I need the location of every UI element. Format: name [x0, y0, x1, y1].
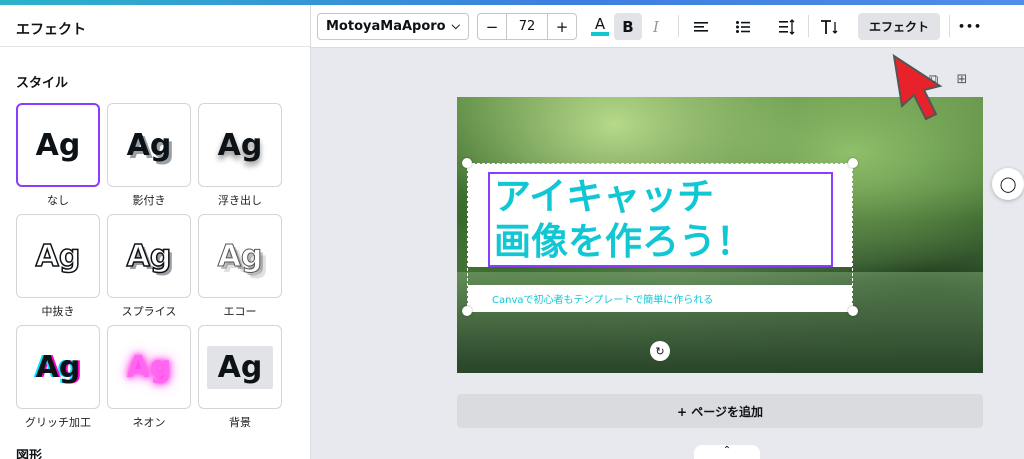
subtitle-text[interactable]: Canvaで初心者もテンプレートで簡単に作られる — [492, 291, 713, 306]
font-family-dropdown[interactable]: MotoyaMaAporo ⌵ — [317, 13, 469, 40]
rotate-handle-icon[interactable]: ↻ — [650, 341, 670, 361]
heading-text-frame[interactable]: アイキャッチ 画像を作ろう！ — [488, 172, 833, 267]
style-preview: Ag — [35, 238, 81, 275]
text-resize-icon — [821, 19, 838, 34]
style-preview: Ag — [126, 127, 172, 163]
add-page-button[interactable]: + ページを追加 — [457, 394, 983, 428]
text-color-button[interactable]: A — [586, 13, 614, 40]
style-none[interactable]: Ag なし — [16, 103, 100, 208]
resize-handle[interactable] — [462, 158, 472, 168]
style-lift[interactable]: Ag 浮き出し — [198, 103, 282, 208]
style-card[interactable]: Ag — [16, 103, 100, 187]
style-label: 中抜き — [41, 305, 75, 318]
resize-handle[interactable] — [462, 306, 472, 316]
style-preview: Ag — [217, 238, 263, 274]
styles-section-title: スタイル — [16, 76, 69, 91]
spacing-button[interactable] — [773, 13, 801, 40]
add-page-icon[interactable]: ⊞ — [956, 72, 967, 87]
style-shadow[interactable]: Ag 影付き — [107, 103, 191, 208]
italic-button[interactable]: I — [642, 13, 670, 40]
style-card[interactable]: Ag — [198, 103, 282, 187]
text-size-tool-button[interactable] — [816, 13, 844, 40]
style-glitch[interactable]: Ag グリッチ加工 — [16, 325, 100, 430]
align-left-icon — [694, 21, 708, 32]
style-card[interactable]: Ag — [16, 214, 100, 298]
heading-text: アイキャッチ 画像を作ろう！ — [494, 174, 753, 264]
style-label: スプライス — [121, 305, 177, 318]
style-label: 影付き — [132, 194, 166, 207]
style-label: グリッチ加工 — [25, 416, 91, 429]
increase-size-button[interactable]: + — [548, 14, 576, 39]
selected-text-group[interactable]: アイキャッチ 画像を作ろう！ Canvaで初心者もテンプレートで簡単に作られる — [462, 158, 858, 316]
text-color-icon: A — [594, 15, 606, 33]
add-comment-icon[interactable]: ◯ — [992, 168, 1024, 200]
bullet-list-icon — [736, 20, 750, 33]
decrease-size-button[interactable]: − — [478, 14, 506, 39]
toolbar-divider — [949, 15, 950, 37]
panel-title: エフェクト — [0, 5, 310, 47]
style-background[interactable]: Ag 背景 — [198, 325, 282, 430]
style-card[interactable]: Ag — [198, 214, 282, 298]
heading-line-1: アイキャッチ — [494, 175, 715, 218]
style-card[interactable]: Ag — [198, 325, 282, 409]
subtitle-background: Canvaで初心者もテンプレートで簡単に作られる — [468, 285, 852, 312]
font-size-control: − 72 + — [477, 13, 577, 40]
heading-line-2: 画像を作ろう！ — [494, 220, 753, 263]
design-page[interactable]: アイキャッチ 画像を作ろう！ Canvaで初心者もテンプレートで簡単に作られる … — [457, 97, 983, 373]
style-card[interactable]: Ag — [16, 325, 100, 409]
resize-handle[interactable] — [848, 158, 858, 168]
toolbar-divider — [678, 15, 679, 37]
line-spacing-icon — [779, 18, 795, 35]
color-swatch — [591, 32, 609, 36]
toolbar-divider — [808, 15, 809, 37]
red-pointer-arrow-icon — [892, 53, 943, 121]
resize-handle[interactable] — [848, 306, 858, 316]
more-options-button[interactable]: ••• — [956, 13, 984, 40]
effects-button[interactable]: エフェクト — [858, 13, 940, 40]
font-size-input[interactable]: 72 — [506, 14, 548, 39]
style-preview: Ag — [217, 127, 263, 163]
style-neon[interactable]: Ag ネオン — [107, 325, 191, 430]
shapes-section-title: 図形 — [16, 449, 43, 459]
font-family-value: MotoyaMaAporo — [326, 19, 446, 34]
style-echo[interactable]: Ag エコー — [198, 214, 282, 319]
chevron-up-icon[interactable]: ⌃ — [694, 445, 760, 459]
text-toolbar: MotoyaMaAporo ⌵ − 72 + A B I エフェクト ••• — [311, 5, 1024, 48]
style-label: 背景 — [229, 416, 251, 429]
style-preview: Ag — [35, 127, 81, 163]
list-button[interactable] — [729, 13, 757, 40]
chevron-down-icon: ⌵ — [451, 19, 460, 32]
style-preview: Ag — [207, 345, 273, 389]
style-label: エコー — [223, 305, 257, 318]
style-label: 浮き出し — [218, 194, 262, 207]
effects-panel: エフェクト スタイル Ag なし Ag 影付き Ag 浮き出し Ag 中抜き A… — [0, 5, 311, 459]
style-preview: Ag — [126, 238, 172, 275]
style-label: なし — [47, 194, 69, 207]
align-left-button[interactable] — [687, 13, 715, 40]
style-card[interactable]: Ag — [107, 325, 191, 409]
style-card[interactable]: Ag — [107, 214, 191, 298]
style-label: ネオン — [132, 416, 166, 429]
style-preview: Ag — [126, 349, 172, 385]
style-card[interactable]: Ag — [107, 103, 191, 187]
style-preview: Ag — [35, 349, 81, 385]
bold-button[interactable]: B — [614, 13, 642, 40]
style-splice[interactable]: Ag スプライス — [107, 214, 191, 319]
style-hollow[interactable]: Ag 中抜き — [16, 214, 100, 319]
